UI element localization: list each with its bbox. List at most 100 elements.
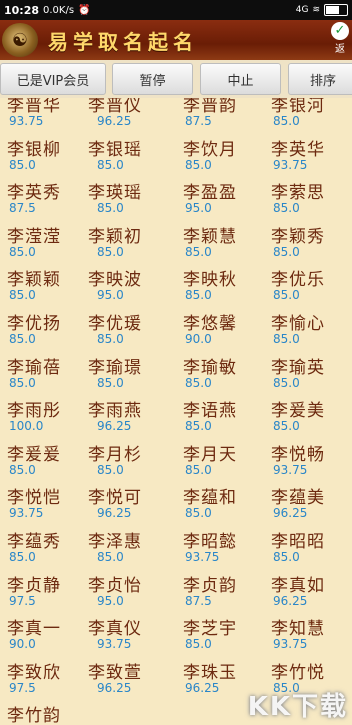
name-text: 李爰爰	[7, 444, 61, 465]
name-list[interactable]: 李晋华 93.75 李晋仪 96.25 李晋韵 87.5 李银河 85.0 李银柳 85.0 李银瑶…	[0, 98, 352, 725]
name-item[interactable]: 李真如 96.25	[264, 571, 352, 615]
name-text: 李愉心	[271, 313, 325, 334]
name-item[interactable]: 李瑜敏 85.0	[176, 353, 264, 397]
name-item[interactable]: 李爰爰 85.0	[0, 440, 88, 484]
name-text: 李悦可	[88, 488, 142, 509]
name-item[interactable]: 李芝宇 85.0	[176, 614, 264, 658]
name-item[interactable]: 李致萱 96.25	[88, 658, 176, 702]
name-text: 李悦畅	[271, 444, 325, 465]
name-item[interactable]: 李月天 85.0	[176, 440, 264, 484]
name-item[interactable]: 李银瑶 85.0	[88, 135, 176, 179]
name-item[interactable]: 李晋华 93.75	[0, 98, 88, 135]
name-score: 85.0	[185, 462, 212, 477]
name-item[interactable]: 李映秋 85.0	[176, 265, 264, 309]
name-item[interactable]: 李语燕 85.0	[176, 396, 264, 440]
name-item[interactable]: 李颖颖 85.0	[0, 265, 88, 309]
name-text: 李致萱	[88, 662, 142, 683]
name-score: 85.0	[185, 244, 212, 259]
name-text: 李银柳	[7, 139, 61, 160]
name-text: 李月天	[183, 444, 237, 465]
name-score: 85.0	[273, 288, 300, 303]
name-item[interactable]: 李贞静 97.5	[0, 571, 88, 615]
name-text: 李真一	[7, 619, 61, 640]
name-item[interactable]: 李贞韵 87.5	[176, 571, 264, 615]
name-item[interactable]: 李瑜英 85.0	[264, 353, 352, 397]
name-item[interactable]: 李真仪 93.75	[88, 614, 176, 658]
name-item[interactable]: 李悠馨 90.0	[176, 309, 264, 353]
name-item[interactable]: 李盈盈 95.0	[176, 178, 264, 222]
stop-button[interactable]: 中止	[200, 63, 281, 95]
name-item[interactable]: 李爰美 85.0	[264, 396, 352, 440]
name-item[interactable]: 李月杉 85.0	[88, 440, 176, 484]
dragon-logo-icon: ☯	[2, 23, 38, 57]
name-item[interactable]: 李萦思 85.0	[264, 178, 352, 222]
name-item[interactable]: 李优乐 85.0	[264, 265, 352, 309]
name-item[interactable]: 李颖初 85.0	[88, 222, 176, 266]
name-item[interactable]: 李昭懿 93.75	[176, 527, 264, 571]
name-text: 李悦恺	[7, 488, 61, 509]
name-text: 李瑜蓓	[7, 357, 61, 378]
name-text: 李贞怡	[88, 575, 142, 596]
name-text: 李蕴和	[183, 488, 237, 509]
name-item[interactable]: 李悦可 96.25	[88, 483, 176, 527]
name-item[interactable]: 李蕴秀 85.0	[0, 527, 88, 571]
name-score: 85.0	[9, 549, 36, 564]
status-time: 10:28	[4, 3, 40, 17]
name-score: 85.0	[97, 331, 124, 346]
name-text: 李昭懿	[183, 531, 237, 552]
name-item[interactable]: 李雨彤 100.0	[0, 396, 88, 440]
name-item[interactable]: 李瑜蓓 85.0	[0, 353, 88, 397]
name-item[interactable]: 李英秀 87.5	[0, 178, 88, 222]
name-item[interactable]: 李蕴美 96.25	[264, 483, 352, 527]
name-text: 李优乐	[271, 270, 325, 291]
name-item[interactable]: 李贞怡 95.0	[88, 571, 176, 615]
name-text: 李颖颖	[7, 270, 61, 291]
name-score: 85.0	[97, 244, 124, 259]
name-score: 97.5	[9, 593, 36, 608]
name-score: 95.0	[97, 593, 124, 608]
name-item[interactable]: 李滢滢 85.0	[0, 222, 88, 266]
name-text: 李英华	[271, 139, 325, 160]
name-text: 李芝宇	[183, 619, 237, 640]
pause-button[interactable]: 暂停	[112, 63, 193, 95]
name-item[interactable]: 李晋韵 87.5	[176, 98, 264, 135]
name-item[interactable]: 李真一 90.0	[0, 614, 88, 658]
name-item[interactable]: 李致欣 97.5	[0, 658, 88, 702]
back-button[interactable]: ✓ 返	[328, 22, 352, 58]
name-score: 87.5	[185, 114, 212, 128]
name-item[interactable]: 李悦畅 93.75	[264, 440, 352, 484]
name-score: 90.0	[185, 331, 212, 346]
name-score: 85.0	[273, 201, 300, 216]
name-item[interactable]: 李昭昭 85.0	[264, 527, 352, 571]
name-item[interactable]: 李知慧 93.75	[264, 614, 352, 658]
name-text: 李雨彤	[7, 401, 61, 422]
name-text: 李竹韵	[7, 706, 61, 725]
name-item[interactable]: 李饮月 85.0	[176, 135, 264, 179]
name-item[interactable]: 李蕴和 85.0	[176, 483, 264, 527]
name-score: 85.0	[9, 375, 36, 390]
name-item[interactable]: 李愉心 85.0	[264, 309, 352, 353]
name-item[interactable]: 李悦恺 93.75	[0, 483, 88, 527]
name-score: 95.0	[185, 201, 212, 216]
name-item[interactable]: 李英华 93.75	[264, 135, 352, 179]
name-item[interactable]: 李银柳 85.0	[0, 135, 88, 179]
name-text: 李知慧	[271, 619, 325, 640]
name-item[interactable]: 李颖秀 85.0	[264, 222, 352, 266]
name-item[interactable]: 李银河 85.0	[264, 98, 352, 135]
name-item[interactable]: 李雨燕 96.25	[88, 396, 176, 440]
name-item[interactable]: 李优扬 85.0	[0, 309, 88, 353]
name-item[interactable]: 李晋仪 96.25	[88, 98, 176, 135]
name-score: 96.25	[97, 506, 132, 521]
name-item[interactable]: 李优瑗 85.0	[88, 309, 176, 353]
name-item[interactable]: 李瑛瑶 85.0	[88, 178, 176, 222]
name-item[interactable]: 李竹韵	[0, 701, 88, 725]
name-item[interactable]: 李颖慧 85.0	[176, 222, 264, 266]
name-item[interactable]: 李映波 95.0	[88, 265, 176, 309]
name-score: 85.0	[9, 462, 36, 477]
name-text: 李银瑶	[88, 139, 142, 160]
vip-button[interactable]: 已是VIP会员	[0, 63, 106, 95]
name-item[interactable]: 李泽惠 85.0	[88, 527, 176, 571]
name-item[interactable]: 李瑜璟 85.0	[88, 353, 176, 397]
name-score: 87.5	[9, 201, 36, 216]
sort-button[interactable]: 排序	[288, 63, 352, 95]
